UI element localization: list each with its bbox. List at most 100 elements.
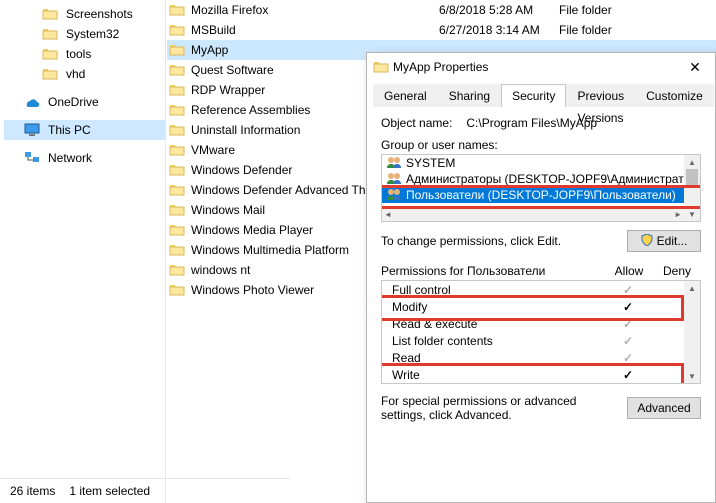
object-name-label: Object name: <box>381 116 452 130</box>
tree-item[interactable]: System32 <box>4 24 165 44</box>
permission-row: Full control✓ <box>382 281 700 298</box>
scroll-down-icon[interactable]: ▼ <box>684 207 700 221</box>
tree-item[interactable]: OneDrive <box>4 92 165 112</box>
advanced-hint: For special permissions or advanced sett… <box>381 394 591 422</box>
permissions-list[interactable]: Full control✓Modify✓Read & execute✓List … <box>381 280 701 384</box>
allow-header: Allow <box>605 264 653 278</box>
tab-security[interactable]: Security <box>501 84 566 107</box>
permission-name: List folder contents <box>392 334 604 348</box>
group-user-label: Group or user names: <box>381 138 701 152</box>
permission-row: Write✓ <box>382 366 700 383</box>
users-icon <box>386 156 402 171</box>
file-name: Mozilla Firefox <box>191 3 439 17</box>
shield-icon <box>641 234 653 249</box>
principal-item[interactable]: Пользователи (DESKTOP-JOPF9\Пользователи… <box>382 187 700 203</box>
properties-dialog: MyApp Properties ✕ GeneralSharingSecurit… <box>366 52 716 503</box>
tab-general[interactable]: General <box>373 84 438 107</box>
allow-check-icon: ✓ <box>604 300 652 314</box>
permission-row: Modify✓ <box>382 298 700 315</box>
item-count: 26 items <box>10 484 55 498</box>
folder-icon <box>169 262 185 278</box>
principal-item[interactable]: SYSTEM <box>382 155 700 171</box>
tree-item[interactable]: vhd <box>4 64 165 84</box>
folder-icon <box>42 66 58 82</box>
tree-item-label: vhd <box>62 67 89 81</box>
permission-row: Read✓ <box>382 349 700 366</box>
tree-item-label: tools <box>62 47 95 61</box>
tab-strip: GeneralSharingSecurityPrevious VersionsC… <box>373 83 709 106</box>
file-date: 6/27/2018 3:14 AM <box>439 23 559 37</box>
scroll-down-icon[interactable]: ▼ <box>684 369 700 383</box>
folder-icon <box>42 46 58 62</box>
allow-check-icon: ✓ <box>604 283 652 297</box>
network-icon <box>24 150 40 166</box>
onedrive-icon <box>24 94 40 110</box>
permission-row: Read & execute✓ <box>382 315 700 332</box>
tree-item-label: System32 <box>62 27 123 41</box>
tree-item-label: Screenshots <box>62 7 137 21</box>
vertical-scrollbar[interactable]: ▲ ▼ <box>684 281 700 383</box>
horizontal-scrollbar[interactable]: ◄► <box>382 207 684 221</box>
tree-item[interactable]: Screenshots <box>4 4 165 24</box>
dialog-title: MyApp Properties <box>393 60 675 74</box>
tree-item-label: OneDrive <box>44 95 103 109</box>
allow-check-icon: ✓ <box>604 317 652 331</box>
permission-name: Modify <box>392 300 604 314</box>
folder-icon <box>169 182 185 198</box>
edit-hint: To change permissions, click Edit. <box>381 234 561 248</box>
folder-icon <box>169 242 185 258</box>
monitor-icon <box>24 122 40 138</box>
deny-header: Deny <box>653 264 701 278</box>
file-row[interactable]: Mozilla Firefox6/8/2018 5:28 AMFile fold… <box>167 0 716 20</box>
folder-icon <box>169 162 185 178</box>
tree-item-label: Network <box>44 151 96 165</box>
vertical-scrollbar[interactable]: ▲ ▼ <box>684 155 700 221</box>
folder-icon <box>169 142 185 158</box>
edit-button[interactable]: Edit... <box>627 230 701 252</box>
file-type: File folder <box>559 3 679 17</box>
folder-icon <box>169 202 185 218</box>
nav-tree: Screenshots System32 tools vhd OneDrive This … <box>0 0 166 503</box>
tree-item[interactable]: Network <box>4 148 165 168</box>
principal-label: Администраторы (DESKTOP-JOPF9\Администра… <box>406 172 701 186</box>
users-icon <box>386 188 402 203</box>
selection-count: 1 item selected <box>69 484 150 498</box>
tab-sharing[interactable]: Sharing <box>438 84 501 107</box>
tree-item-label: This PC <box>44 123 95 137</box>
folder-icon <box>169 282 185 298</box>
principal-label: SYSTEM <box>406 156 455 170</box>
folder-icon <box>169 102 185 118</box>
folder-icon <box>169 2 185 18</box>
folder-icon <box>42 26 58 42</box>
scroll-up-icon[interactable]: ▲ <box>684 155 700 169</box>
principals-list[interactable]: SYSTEM Администраторы (DESKTOP-JOPF9\Адми… <box>381 154 701 222</box>
tree-item[interactable]: This PC <box>4 120 165 140</box>
principal-label: Пользователи (DESKTOP-JOPF9\Пользователи… <box>406 188 676 202</box>
file-type: File folder <box>559 23 679 37</box>
allow-check-icon: ✓ <box>604 334 652 348</box>
folder-icon <box>169 82 185 98</box>
advanced-button[interactable]: Advanced <box>627 397 701 419</box>
tree-item[interactable]: tools <box>4 44 165 64</box>
close-button[interactable]: ✕ <box>675 53 715 81</box>
users-icon <box>386 172 402 187</box>
tab-customize[interactable]: Customize <box>635 84 714 107</box>
permission-name: Read & execute <box>392 317 604 331</box>
folder-icon <box>42 6 58 22</box>
permissions-header: Permissions for Пользователи <box>381 264 605 278</box>
file-row[interactable]: MSBuild6/27/2018 3:14 AMFile folder <box>167 20 716 40</box>
allow-check-icon: ✓ <box>604 351 652 365</box>
folder-icon <box>169 62 185 78</box>
folder-icon <box>373 59 389 75</box>
allow-check-icon: ✓ <box>604 368 652 382</box>
permission-name: Write <box>392 368 604 382</box>
principal-item[interactable]: Администраторы (DESKTOP-JOPF9\Администра… <box>382 171 700 187</box>
scrollbar-thumb[interactable] <box>686 169 698 187</box>
permission-name: Read <box>392 351 604 365</box>
file-name: MSBuild <box>191 23 439 37</box>
permission-row: List folder contents✓ <box>382 332 700 349</box>
folder-icon <box>169 22 185 38</box>
tab-previous-versions[interactable]: Previous Versions <box>566 84 635 107</box>
folder-icon <box>169 122 185 138</box>
scroll-up-icon[interactable]: ▲ <box>684 281 700 295</box>
